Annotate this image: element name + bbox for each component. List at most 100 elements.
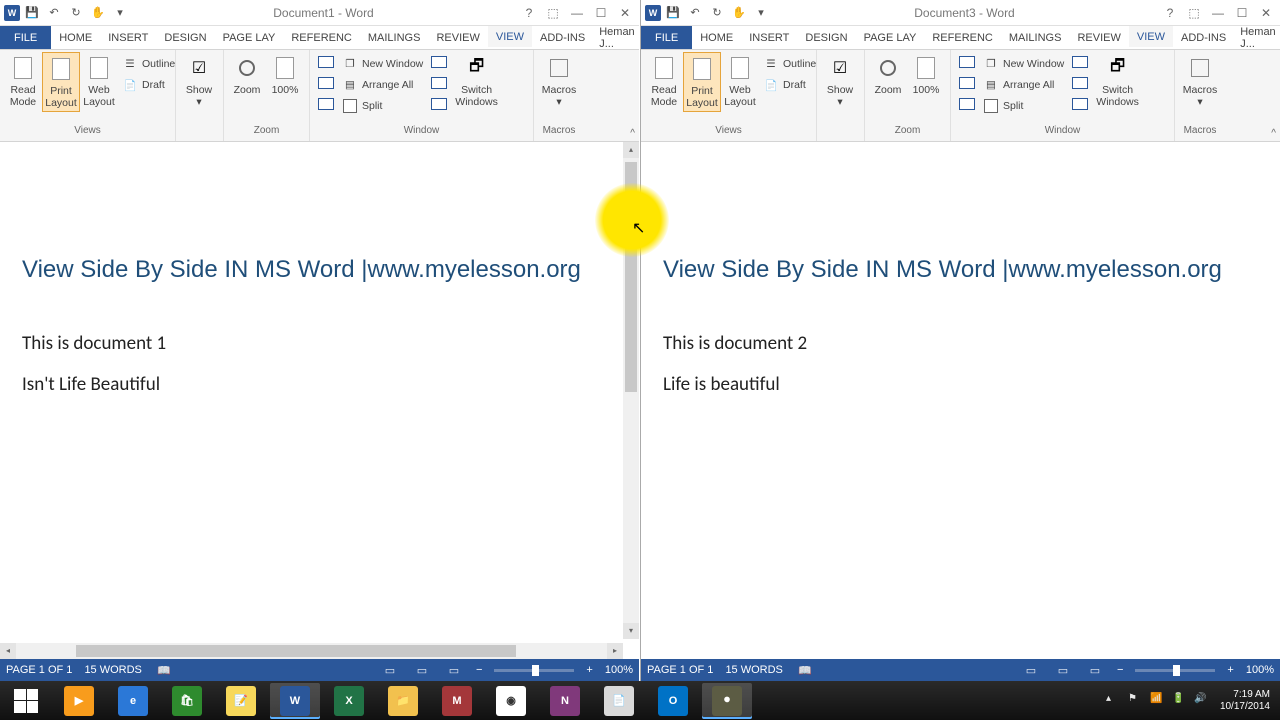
page-status[interactable]: PAGE 1 OF 1 [647,664,713,676]
touch-mode-icon[interactable]: ✋ [88,3,108,23]
small-icon-button[interactable] [316,73,336,93]
save-icon[interactable]: 💾 [22,3,42,23]
tab-pagelayout[interactable]: PAGE LAY [856,26,925,49]
tab-view[interactable]: VIEW [1129,26,1173,49]
web-layout-button[interactable]: Web Layout [721,52,759,110]
outline-button[interactable]: ☰Outline [120,54,177,74]
tray-volume-icon[interactable]: 🔊 [1194,693,1210,709]
horizontal-scrollbar[interactable]: ◂▸ [0,643,623,659]
qat-more-icon[interactable]: ▾ [110,3,130,23]
undo-icon[interactable]: ↶ [44,3,64,23]
side-by-side-icon[interactable] [1070,52,1090,72]
tab-file[interactable]: FILE [641,26,692,49]
tab-review[interactable]: REVIEW [1069,26,1128,49]
hundred-percent-button[interactable]: 100% [907,52,945,98]
tab-review[interactable]: REVIEW [428,26,487,49]
print-layout-button[interactable]: Print Layout [42,52,80,112]
zoom-in-button[interactable]: + [1227,664,1233,676]
clock[interactable]: 7:19 AM 10/17/2014 [1216,689,1274,713]
tab-file[interactable]: FILE [0,26,51,49]
show-button[interactable]: ☑Show▾ [821,52,859,110]
taskbar-notes[interactable]: 📝 [216,683,266,719]
help-button[interactable]: ? [1158,3,1182,23]
close-button[interactable]: ✕ [613,3,637,23]
taskbar-chrome[interactable]: ◉ [486,683,536,719]
zoom-level[interactable]: 100% [1246,664,1274,676]
collapse-ribbon-icon[interactable]: ^ [630,128,635,139]
page-status[interactable]: PAGE 1 OF 1 [6,664,72,676]
reset-pos-icon[interactable] [1070,94,1090,114]
minimize-button[interactable]: — [1206,3,1230,23]
document-area[interactable]: View Side By Side IN MS Word |www.myeles… [0,142,639,659]
tray-flag-icon[interactable]: ⚑ [1128,693,1144,709]
web-layout-view-icon[interactable]: ▭ [1085,662,1105,678]
small-icon-button[interactable] [957,94,977,114]
switch-windows-button[interactable]: 🗗Switch Windows [451,52,502,110]
ribbon-display-button[interactable]: ⬚ [541,3,565,23]
taskbar-excel[interactable]: X [324,683,374,719]
help-button[interactable]: ? [517,3,541,23]
switch-windows-button[interactable]: 🗗Switch Windows [1092,52,1143,110]
taskbar-store[interactable]: 🛍 [162,683,212,719]
read-mode-button[interactable]: Read Mode [4,52,42,110]
qat-more-icon[interactable]: ▾ [751,3,771,23]
zoom-level[interactable]: 100% [605,664,633,676]
spellcheck-icon[interactable]: 📖 [154,662,174,678]
split-button[interactable]: Split [340,96,425,116]
tray-battery-icon[interactable]: 🔋 [1172,693,1188,709]
tab-home[interactable]: HOME [692,26,741,49]
read-mode-view-icon[interactable]: ▭ [380,662,400,678]
zoom-slider[interactable] [1135,669,1215,672]
document-area[interactable]: View Side By Side IN MS Word |www.myeles… [641,142,1280,659]
tray-network-icon[interactable]: 📶 [1150,693,1166,709]
user-menu[interactable]: Heman J...▾ [1234,26,1280,49]
hundred-percent-button[interactable]: 100% [266,52,304,98]
spellcheck-icon[interactable]: 📖 [795,662,815,678]
small-icon-button[interactable] [957,73,977,93]
taskbar-camtasia[interactable]: ⏺ [702,683,752,719]
save-icon[interactable]: 💾 [663,3,683,23]
tab-addins[interactable]: ADD-INS [532,26,593,49]
macros-button[interactable]: Macros▾ [1179,52,1221,110]
redo-icon[interactable]: ↻ [707,3,727,23]
maximize-button[interactable]: ☐ [1230,3,1254,23]
word-count[interactable]: 15 WORDS [725,664,782,676]
zoom-button[interactable]: Zoom [869,52,907,98]
tab-design[interactable]: DESIGN [156,26,214,49]
taskbar-outlook[interactable]: O [648,683,698,719]
sync-scroll-icon[interactable] [1070,73,1090,93]
touch-mode-icon[interactable]: ✋ [729,3,749,23]
tab-view[interactable]: VIEW [488,26,532,49]
maximize-button[interactable]: ☐ [589,3,613,23]
taskbar-explorer[interactable]: 📁 [378,683,428,719]
small-icon-button[interactable] [957,52,977,72]
taskbar-access[interactable]: M [432,683,482,719]
macros-button[interactable]: Macros▾ [538,52,580,110]
close-button[interactable]: ✕ [1254,3,1278,23]
tab-pagelayout[interactable]: PAGE LAY [215,26,284,49]
show-button[interactable]: ☑Show▾ [180,52,218,110]
taskbar-ie[interactable]: e [108,683,158,719]
zoom-button[interactable]: Zoom [228,52,266,98]
ribbon-display-button[interactable]: ⬚ [1182,3,1206,23]
word-count[interactable]: 15 WORDS [84,664,141,676]
web-layout-button[interactable]: Web Layout [80,52,118,110]
small-icon-button[interactable] [316,94,336,114]
zoom-out-button[interactable]: − [1117,664,1123,676]
zoom-out-button[interactable]: − [476,664,482,676]
zoom-slider[interactable] [494,669,574,672]
taskbar-notepad[interactable]: 📄 [594,683,644,719]
redo-icon[interactable]: ↻ [66,3,86,23]
web-layout-view-icon[interactable]: ▭ [444,662,464,678]
collapse-ribbon-icon[interactable]: ^ [1271,128,1276,139]
tab-mailings[interactable]: MAILINGS [360,26,429,49]
draft-button[interactable]: 📄Draft [761,75,818,95]
arrange-all-button[interactable]: ▤Arrange All [981,75,1066,95]
print-layout-button[interactable]: Print Layout [683,52,721,112]
read-mode-view-icon[interactable]: ▭ [1021,662,1041,678]
start-button[interactable] [2,683,50,719]
new-window-button[interactable]: ❐New Window [981,54,1066,74]
zoom-in-button[interactable]: + [586,664,592,676]
print-layout-view-icon[interactable]: ▭ [1053,662,1073,678]
tab-mailings[interactable]: MAILINGS [1001,26,1070,49]
